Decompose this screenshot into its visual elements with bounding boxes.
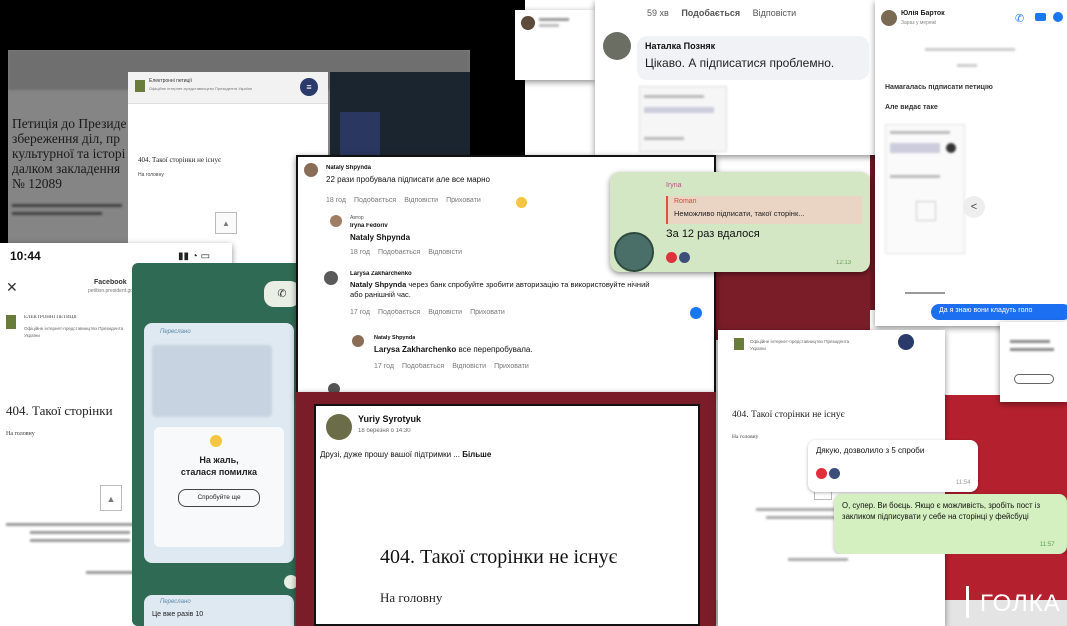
message-time: 12:13 [836, 260, 852, 266]
comment-bubble: Наталка Позняк Цікаво. А підписатися про… [637, 36, 869, 80]
call-button[interactable]: ✆ [264, 281, 300, 307]
comment-text: Цікаво. А підписатися проблемно. [645, 56, 835, 70]
trident-logo [6, 315, 16, 329]
avatar [521, 16, 535, 30]
close-icon[interactable]: ✕ [6, 279, 18, 296]
org-title: ЕЛЕКТРОННІ ПЕТИЦІЇ [24, 315, 77, 320]
message-1: Дякую, дозволило з 5 спроби 11:54 [808, 440, 978, 492]
contact-name: Юлія Барток [901, 10, 945, 17]
forwarded-message-1: Переслано На жаль, сталася помилка Спроб… [144, 323, 294, 563]
trident-logo [734, 338, 744, 350]
comment-actions: 18 год Подобається Відповісти [350, 249, 463, 256]
message-text: За 12 раз вдалося [666, 228, 760, 240]
avatar [324, 271, 338, 285]
tagged-user[interactable]: Nataly Shpynda [350, 233, 410, 242]
see-more-link[interactable]: Більше [462, 450, 491, 459]
post-text: Друзі, дуже прошу вашої підтримки ... Бі… [320, 450, 492, 459]
sender-avatar [614, 232, 654, 272]
forward-label: Переслано [160, 329, 191, 335]
home-link[interactable]: На головну [138, 172, 164, 178]
my-message-bubble: Да я знаю вони кладуть голо [931, 304, 1067, 320]
message-1: Намагалась підписати петицію [885, 84, 993, 91]
menu-button[interactable] [898, 334, 914, 350]
avatar [603, 32, 631, 60]
contact-avatar [881, 10, 897, 26]
reply-link[interactable]: Відповісти [753, 8, 797, 18]
message-2: Але видає таке [885, 104, 938, 111]
footer-emblem: ▲ [215, 212, 237, 234]
clock: 10:44 [10, 249, 41, 263]
trident-logo [135, 80, 145, 92]
org-subtitle: Офіційне інтернет-представництво Президе… [750, 339, 850, 351]
sender-name: Iryna [666, 182, 682, 189]
like-link[interactable]: Подобається [681, 8, 740, 18]
avatar [304, 163, 318, 177]
petition-small-inset [1000, 322, 1067, 402]
quoted-message: Roman Неможливо підписати, такої сторінк… [666, 196, 862, 224]
not-found-heading: 404. Такої сторінки [6, 403, 113, 418]
needle-icon [966, 586, 969, 618]
video-icon[interactable] [1035, 13, 1046, 21]
author-name: Yuriy Syrotyuk [358, 414, 422, 424]
header-title: Електронні петиції [149, 78, 192, 84]
footer-emblem: ▲ [100, 485, 122, 511]
fb-small-snippet [515, 10, 595, 80]
comment-actions: 17 год Подобається Відповісти Приховати [350, 309, 505, 316]
author-badge: Автор [350, 215, 364, 221]
forwarded-message-2: Переслано Це вже разів 10 [144, 595, 294, 626]
header-subtitle: Офіційне інтернет-представництво Президе… [149, 86, 253, 91]
brand-logo-text: ГОЛКА [980, 590, 1061, 617]
comment-meta: 59 хв Подобається Відповісти [647, 8, 797, 18]
not-found-heading: 404. Такої сторінки не існує [380, 546, 618, 568]
petition-title: Петиція до Президе збереження діл, пр ку… [12, 116, 127, 191]
home-link[interactable]: На головну [380, 590, 442, 606]
telegram-reply-card: Iryna Roman Неможливо підписати, такої с… [610, 172, 870, 272]
home-link[interactable]: На головну [732, 434, 758, 440]
not-found-heading: 404. Такої сторінки не існує [732, 410, 845, 420]
author-avatar [326, 414, 352, 440]
retry-button[interactable]: Спробуйте ще [178, 489, 260, 507]
commenter-name: Iryna Fedoriv [350, 223, 388, 229]
error-title: На жаль, [199, 455, 239, 465]
not-found-heading: 404. Такої сторінки не існує [138, 156, 222, 164]
share-icon[interactable]: < [963, 196, 985, 218]
message-2: О, супер. Ви боєць. Якщо є можливість, з… [834, 494, 1067, 554]
fb-comment-natalka: 59 хв Подобається Відповісти Наталка Поз… [595, 0, 875, 155]
error-subtitle: сталася помилка [180, 467, 258, 477]
avatar [352, 335, 364, 347]
fb-post: Yuriy Syrotyuk 18 березня о 14:30 Друзі,… [296, 392, 716, 626]
messenger-chat: Юлія Барток Зараз у мережі ✆ Намагалась … [875, 0, 1067, 326]
reaction-icons [666, 250, 690, 268]
signal-icons: ▮▮ ◔ ▭ [178, 251, 211, 262]
comment-actions: 18 год Подобається Відповісти Приховати [326, 197, 481, 204]
home-link[interactable]: На головну [6, 431, 35, 437]
comment-text: Nataly Shpynda через банк спробуйте зроб… [350, 280, 650, 299]
comment-text: 22 рази пробувала підписати але все марн… [326, 175, 490, 184]
menu-button[interactable]: ≡ [300, 78, 318, 96]
avatar [330, 215, 342, 227]
browser-title: Facebook [94, 279, 127, 286]
sad-emoji-icon [210, 435, 222, 447]
commenter-name: Larysa Zakharchenko [350, 271, 412, 277]
commenter-name: Nataly Shpynda [326, 165, 372, 171]
attached-screenshot [885, 124, 965, 254]
contact-status: Зараз у мережі [901, 20, 937, 26]
brand-logo: ГОЛКА [958, 582, 1067, 622]
post-date: 18 березня о 14:30 [358, 428, 411, 434]
org-subtitle: Офіційне інтернет-представництво Президе… [24, 326, 124, 338]
reaction-like-icon [690, 307, 702, 319]
comment-actions: 17 год Подобається Відповісти Приховати [374, 363, 529, 370]
attached-screenshot [639, 86, 727, 152]
info-icon[interactable] [1053, 12, 1063, 22]
commenter-name: Nataly Shpynda [374, 335, 416, 341]
green-chat-phone: ✆ Переслано На жаль, сталася помилка Спр… [132, 263, 302, 626]
telegram-chat-bottom: Дякую, дозволило з 5 спроби 11:54 О, суп… [798, 432, 1067, 554]
reaction-icons [516, 195, 527, 213]
commenter-name: Наталка Позняк [645, 41, 716, 51]
comment-text: Larysa Zakharchenko все перепробувала. [374, 345, 533, 354]
call-icon[interactable]: ✆ [1015, 12, 1024, 25]
